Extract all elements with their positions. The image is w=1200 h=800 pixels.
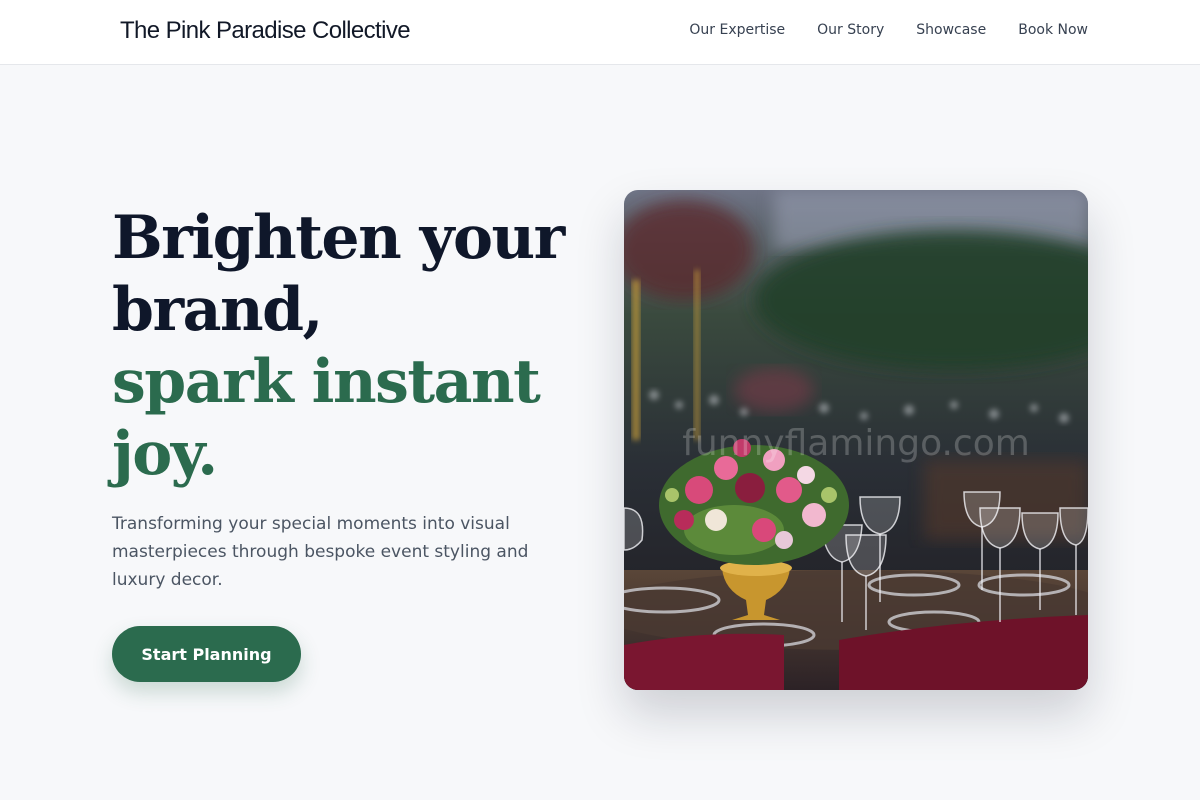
start-planning-button[interactable]: Start Planning [112, 626, 301, 682]
nav-link-our-expertise[interactable]: Our Expertise [689, 20, 785, 40]
main-nav: Our Expertise Our Story Showcase Book No… [689, 20, 1088, 40]
hero-headline: Brighten your brand, spark instant joy. [112, 202, 592, 490]
image-watermark-text: funnyflamingo.com [682, 423, 1030, 464]
event-table-illustration: funnyflamingo.com [624, 190, 1088, 690]
hero-description: Transforming your special moments into v… [112, 514, 529, 590]
site-header: The Pink Paradise Collective Our Experti… [0, 0, 1200, 65]
nav-link-our-story[interactable]: Our Story [817, 20, 884, 40]
hero-event-table-image: funnyflamingo.com [624, 190, 1088, 690]
hero-headline-line-2: spark instant joy. [112, 347, 541, 489]
nav-link-book-now[interactable]: Book Now [1018, 20, 1088, 40]
brand-logo-text[interactable]: The Pink Paradise Collective [120, 16, 411, 46]
nav-link-showcase[interactable]: Showcase [916, 20, 986, 40]
hero-headline-line-1: Brighten your brand, [112, 203, 565, 345]
